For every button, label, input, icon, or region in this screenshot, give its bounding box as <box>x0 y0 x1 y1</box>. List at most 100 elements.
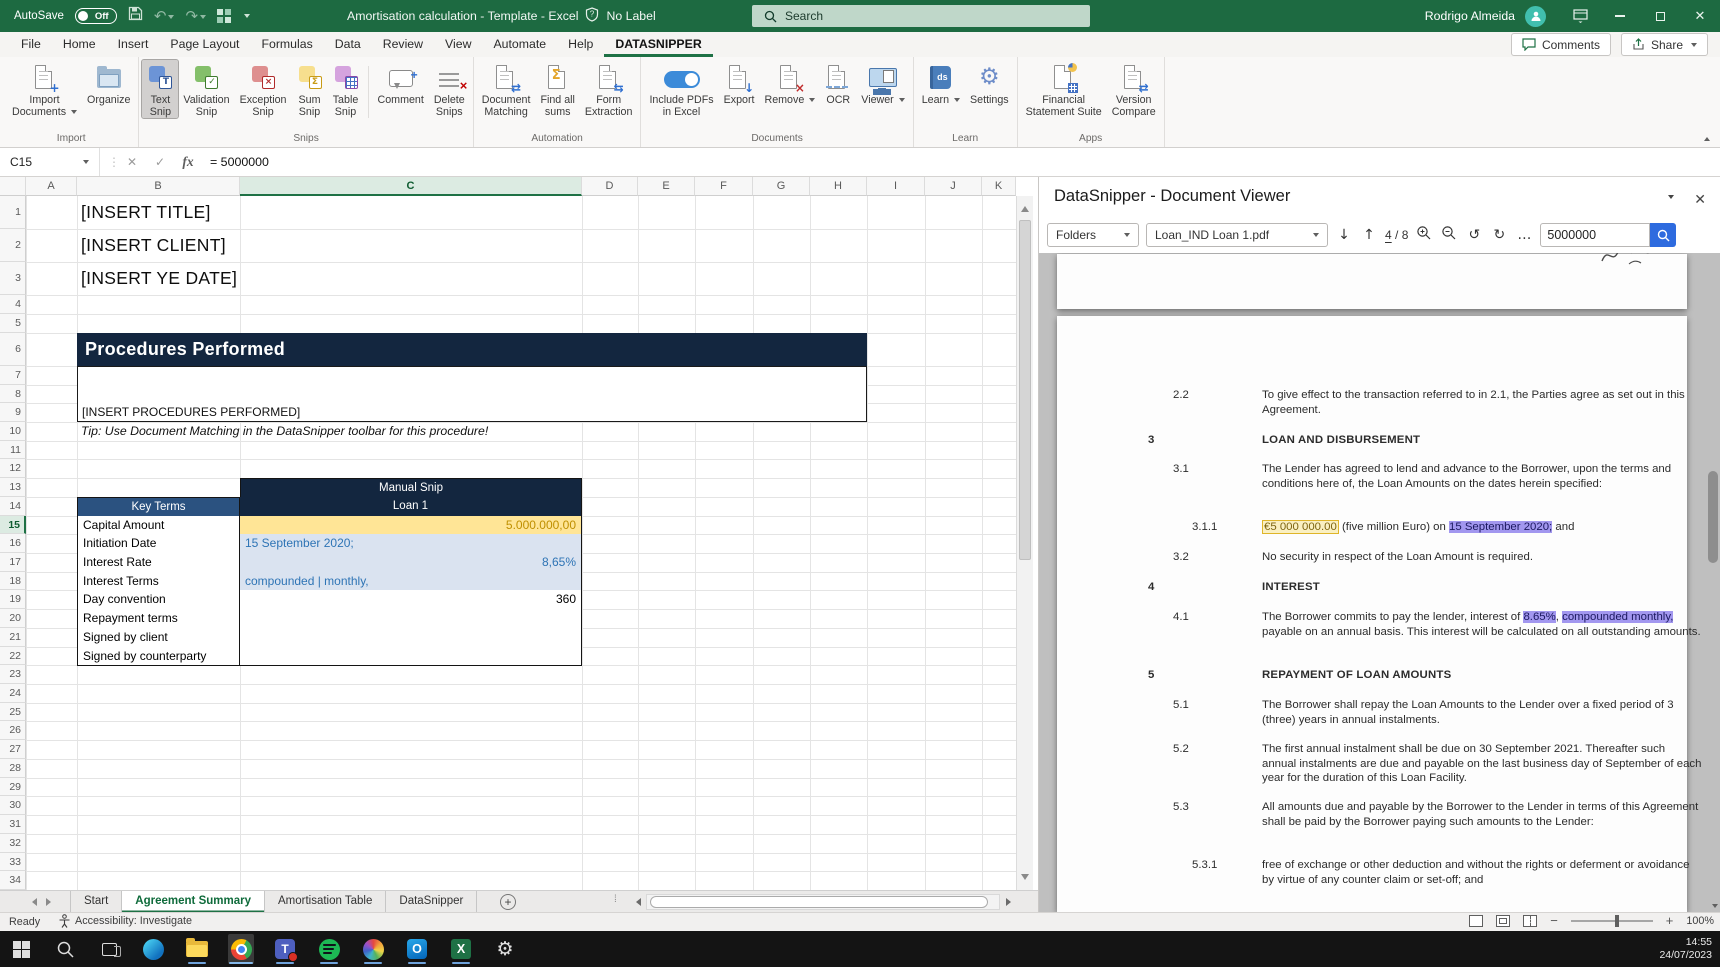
delete-snips-button[interactable]: ×DeleteSnips <box>429 60 470 118</box>
ribbon-display-options-icon[interactable] <box>1560 0 1600 32</box>
ribbon-tab-data[interactable]: Data <box>324 32 372 57</box>
ribbon-tab-insert[interactable]: Insert <box>107 32 160 57</box>
row-header-27[interactable]: 27 <box>0 740 26 759</box>
key-term-label-interest-rate[interactable]: Interest Rate <box>77 553 240 573</box>
ribbon-tab-file[interactable]: File <box>10 32 52 57</box>
include-pdfs-in-excel-button[interactable]: Include PDFsin Excel <box>644 60 718 118</box>
taskbar-task-view-icon[interactable] <box>96 934 122 964</box>
row-header-5[interactable]: 5 <box>0 314 26 333</box>
row-header-22[interactable]: 22 <box>0 647 26 666</box>
row-header-29[interactable]: 29 <box>0 778 26 797</box>
key-term-label-repayment-terms[interactable]: Repayment terms <box>77 609 240 629</box>
key-term-value-signed-by-client[interactable] <box>240 628 582 648</box>
collapse-ribbon-icon[interactable] <box>1704 137 1710 141</box>
taskbar-file-explorer-icon[interactable] <box>184 934 210 964</box>
key-term-value-day-convention[interactable]: 360 <box>240 590 582 610</box>
snip-highlight-yellow[interactable]: €5 000 000.00 <box>1262 520 1339 534</box>
column-header-h[interactable]: H <box>810 177 867 196</box>
financial-statement-suite-button[interactable]: FinancialStatement Suite <box>1021 60 1107 118</box>
row-header-15[interactable]: 15 <box>0 516 26 535</box>
avatar[interactable] <box>1525 6 1546 27</box>
zoom-level[interactable]: 100% <box>1686 915 1714 927</box>
cancel-formula-icon[interactable]: ✕ <box>122 148 142 176</box>
zoom-out-icon[interactable] <box>1440 225 1458 245</box>
row-header-9[interactable]: 9 <box>0 403 26 422</box>
vertical-scrollbar-thumb[interactable] <box>1019 220 1031 560</box>
next-sheet-icon[interactable] <box>46 898 55 906</box>
ribbon-tab-home[interactable]: Home <box>52 32 107 57</box>
undo-icon[interactable]: ↶ <box>154 8 175 24</box>
minimize-button[interactable] <box>1600 0 1640 32</box>
share-button[interactable]: Share <box>1621 33 1708 56</box>
doc-search-input[interactable] <box>1540 223 1650 247</box>
key-term-value-signed-by-counterparty[interactable] <box>240 647 582 667</box>
row-header-31[interactable]: 31 <box>0 815 26 834</box>
rotate-left-icon[interactable]: ↺ <box>1465 227 1483 243</box>
formula-input[interactable]: = 5000000 <box>210 148 269 176</box>
validation-snip-button[interactable]: ✓ValidationSnip <box>178 60 234 118</box>
customize-qat-icon[interactable] <box>244 14 250 18</box>
document-matching-button[interactable]: ⇄DocumentMatching <box>477 60 536 118</box>
learn-button[interactable]: dsLearn <box>917 60 965 106</box>
key-term-label-capital-amount[interactable]: Capital Amount <box>77 516 240 536</box>
text-snip-button[interactable]: TTextSnip <box>142 60 178 118</box>
loan1-header[interactable]: Loan 1 <box>240 497 582 517</box>
exception-snip-button[interactable]: ×ExceptionSnip <box>235 60 292 118</box>
import-documents-button[interactable]: +ImportDocuments <box>7 60 82 118</box>
column-header-j[interactable]: J <box>925 177 982 196</box>
column-header-i[interactable]: I <box>867 177 925 196</box>
snip-highlight-purple[interactable]: 15 September 2020; <box>1449 521 1552 533</box>
row-header-6[interactable]: 6 <box>0 333 26 366</box>
taskbar-spotify-icon[interactable] <box>316 934 342 964</box>
pdf-scroll-down-icon[interactable] <box>1712 904 1718 908</box>
column-header-e[interactable]: E <box>638 177 695 196</box>
taskbar-edge-icon[interactable] <box>140 934 166 964</box>
key-term-label-signed-by-client[interactable]: Signed by client <box>77 628 240 648</box>
horizontal-scrollbar-thumb[interactable] <box>650 896 988 908</box>
column-header-f[interactable]: F <box>695 177 753 196</box>
taskbar-start-icon[interactable] <box>8 934 34 964</box>
row-header-23[interactable]: 23 <box>0 665 26 684</box>
key-term-label-day-convention[interactable]: Day convention <box>77 590 240 610</box>
row-header-30[interactable]: 30 <box>0 796 26 815</box>
snip-highlight-purple[interactable]: compounded monthly, <box>1562 611 1673 623</box>
taskbar-search-icon[interactable] <box>52 934 78 964</box>
rotate-right-icon[interactable]: ↻ <box>1490 227 1508 243</box>
ribbon-tab-page-layout[interactable]: Page Layout <box>159 32 250 57</box>
row-header-4[interactable]: 4 <box>0 295 26 314</box>
key-term-value-repayment-terms[interactable] <box>240 609 582 629</box>
viewer-button[interactable]: Viewer <box>856 60 909 106</box>
row-header-1[interactable]: 1 <box>0 196 26 229</box>
sheet-tab-amortisation-table[interactable]: Amortisation Table <box>265 891 386 913</box>
key-term-value-interest-terms[interactable]: compounded | monthly, <box>240 572 582 592</box>
row-header-25[interactable]: 25 <box>0 703 26 722</box>
ribbon-tab-formulas[interactable]: Formulas <box>250 32 323 57</box>
worksheet-grid[interactable]: ABCDEFGHIJK12345678910111213141516171819… <box>0 177 1038 890</box>
key-term-label-signed-by-counterparty[interactable]: Signed by counterparty <box>77 647 240 667</box>
sheet-tab-datasnipper[interactable]: DataSnipper <box>386 891 477 913</box>
sum-snip-button[interactable]: ΣSumSnip <box>292 60 328 118</box>
comment-button[interactable]: +Comment <box>373 60 429 106</box>
search-box[interactable]: Search <box>752 5 1090 27</box>
panel-collapse-icon[interactable] <box>1668 195 1674 199</box>
key-term-label-interest-terms[interactable]: Interest Terms <box>77 572 240 592</box>
folders-dropdown[interactable]: Folders <box>1047 223 1139 247</box>
zoom-slider[interactable] <box>1571 920 1653 922</box>
zoom-in-button[interactable]: + <box>1666 914 1674 928</box>
row-header-10[interactable]: 10 <box>0 422 26 441</box>
ribbon-tab-datasnipper[interactable]: DATASNIPPER <box>604 32 712 57</box>
key-term-label-initiation-date[interactable]: Initiation Date <box>77 534 240 554</box>
row-header-8[interactable]: 8 <box>0 385 26 404</box>
close-button[interactable]: ✕ <box>1680 0 1720 32</box>
taskbar-settings-icon[interactable]: ⚙ <box>492 934 518 964</box>
key-term-value-initiation-date[interactable]: 15 September 2020; <box>240 534 582 554</box>
snip-highlight-purple[interactable]: 8.65% <box>1523 611 1555 623</box>
column-header-g[interactable]: G <box>753 177 810 196</box>
add-sheet-button[interactable]: + <box>500 894 516 910</box>
doc-search-button[interactable] <box>1650 223 1676 247</box>
redo-icon[interactable]: ↷ <box>185 8 206 24</box>
version-compare-button[interactable]: ⇄VersionCompare <box>1107 60 1161 118</box>
save-icon[interactable] <box>128 6 143 26</box>
find-all-sums-button[interactable]: ΣFind allsums <box>535 60 579 118</box>
row-header-20[interactable]: 20 <box>0 609 26 628</box>
